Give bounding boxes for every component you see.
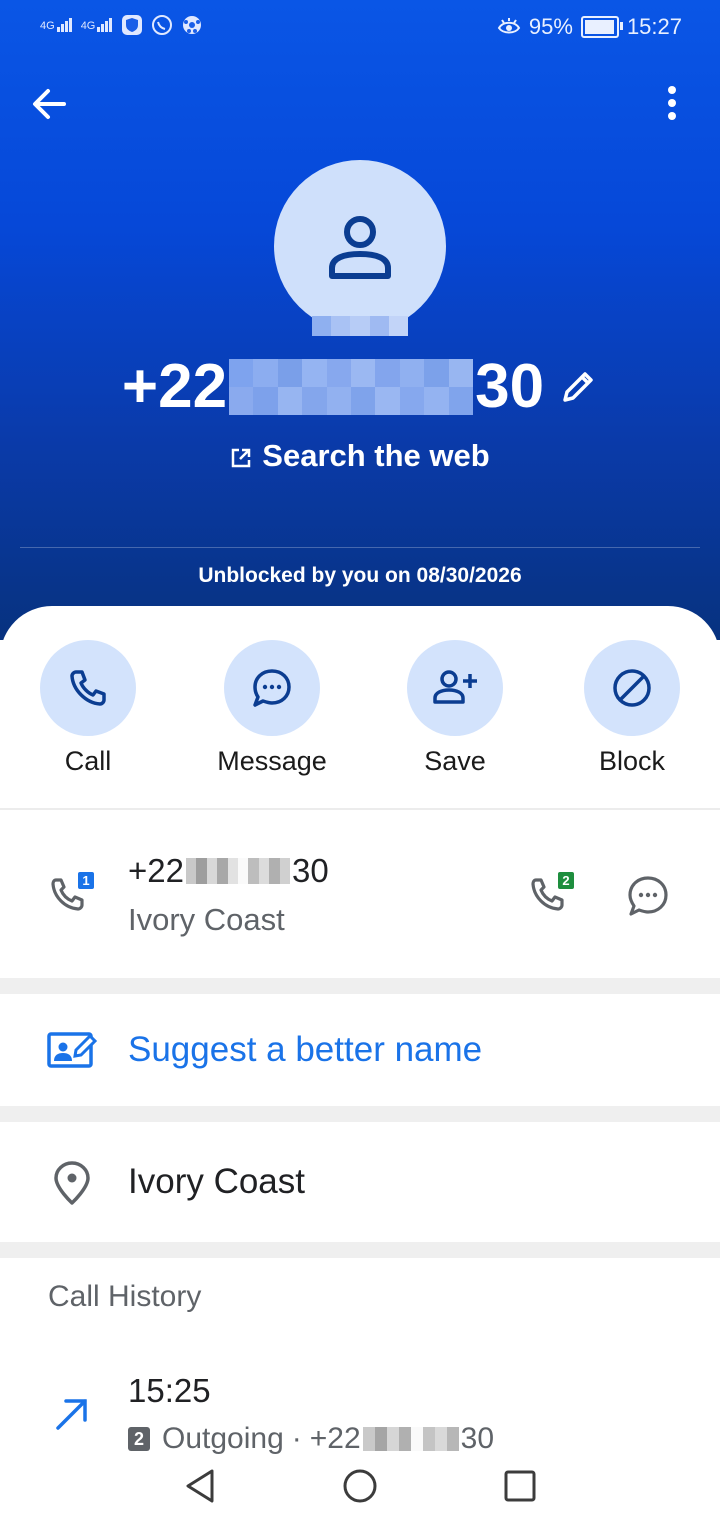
- block-icon: [613, 669, 651, 707]
- divider: [20, 547, 700, 548]
- section-divider: [0, 1242, 720, 1258]
- phone-number-row[interactable]: 1 +22 30 Ivory Coast 2: [0, 810, 720, 978]
- more-options-button[interactable]: [650, 82, 694, 126]
- save-button[interactable]: Save: [375, 640, 535, 777]
- search-web-label: Search the web: [262, 438, 490, 473]
- suggest-name-label: Suggest a better name: [128, 1030, 483, 1069]
- location-pin-icon: [54, 1161, 90, 1205]
- block-button[interactable]: Block: [552, 640, 712, 777]
- call-history-title: Call History: [48, 1280, 202, 1313]
- message-bubble-icon: [253, 669, 291, 707]
- section-divider: [0, 978, 720, 994]
- location-label: Ivory Coast: [128, 1162, 305, 1201]
- call-type: Outgoing: [162, 1422, 284, 1455]
- sim-badge: 2: [128, 1427, 150, 1451]
- location-row: Ivory Coast: [0, 1122, 720, 1242]
- separator-dot: ·: [291, 1422, 302, 1455]
- phone-number: +22 30: [128, 852, 329, 890]
- call-circle[interactable]: [40, 640, 136, 736]
- call-button[interactable]: Call: [8, 640, 168, 777]
- number-prefix: +22: [121, 352, 228, 421]
- number-suffix: 30: [475, 352, 545, 421]
- history-number-suffix: 30: [460, 1422, 495, 1455]
- phone-icon: [70, 670, 106, 706]
- phone-country: Ivory Coast: [128, 902, 285, 937]
- back-button[interactable]: [28, 82, 72, 126]
- redacted-digits: [185, 858, 291, 884]
- status-bar: 4G 4G 95% 15:27: [0, 0, 720, 56]
- save-label: Save: [424, 746, 486, 776]
- sim2-call-icon[interactable]: 2: [528, 870, 578, 920]
- add-person-icon: [433, 670, 477, 704]
- call-history-time: 15:25: [128, 1372, 211, 1409]
- phone-number-suffix: 30: [291, 852, 329, 889]
- whatsapp-icon: [152, 15, 173, 35]
- shield-icon: [122, 15, 143, 35]
- search-web-link[interactable]: Search the web: [0, 438, 720, 474]
- pencil-icon[interactable]: [558, 367, 598, 407]
- clock: 15:27: [626, 14, 682, 39]
- call-label: Call: [64, 746, 112, 776]
- battery-icon: [580, 16, 623, 38]
- block-label: Block: [598, 746, 666, 776]
- battery-percent: 95%: [528, 14, 573, 39]
- save-circle[interactable]: [407, 640, 503, 736]
- more-vertical-icon: [668, 86, 676, 120]
- redacted-digits: [362, 1427, 459, 1451]
- signal-strength-icon: 4G: [40, 18, 73, 32]
- external-link-icon: [232, 448, 251, 468]
- nav-back-icon[interactable]: [176, 1462, 224, 1510]
- call-history-detail: 2 Outgoing · +22 30: [128, 1422, 494, 1456]
- edit-contact-card-icon: [47, 1032, 98, 1068]
- block-circle[interactable]: [584, 640, 680, 736]
- unblocked-status: Unblocked by you on 08/30/2026: [198, 564, 522, 587]
- avatar: [274, 160, 446, 332]
- history-number-prefix: +22: [309, 1422, 361, 1455]
- message-circle[interactable]: [224, 640, 320, 736]
- arrow-left-icon: [33, 89, 66, 119]
- outgoing-arrow-icon: [56, 1399, 87, 1430]
- person-icon: [329, 216, 391, 279]
- signal-strength-icon: 4G: [81, 18, 114, 32]
- sim1-badge: 1: [82, 873, 89, 888]
- contact-number: +22 30: [0, 352, 720, 422]
- sim2-badge: 2: [562, 873, 569, 888]
- soccer-ball-icon: [183, 16, 202, 34]
- suggest-name-row[interactable]: Suggest a better name: [0, 994, 720, 1106]
- message-bubble-icon[interactable]: [626, 874, 670, 918]
- message-button[interactable]: Message: [192, 640, 352, 777]
- redacted-digits: [229, 359, 473, 415]
- nav-recents-icon[interactable]: [496, 1462, 544, 1510]
- redacted-name: [312, 316, 409, 336]
- sim1-call-icon[interactable]: 1: [48, 870, 98, 920]
- section-divider: [0, 1106, 720, 1122]
- message-label: Message: [217, 746, 327, 776]
- phone-number-prefix: +22: [128, 852, 184, 889]
- eye-comfort-icon: [497, 18, 521, 34]
- nav-home-icon[interactable]: [336, 1462, 384, 1510]
- contact-header: 4G 4G 95% 15:27 +22 30 Search the web Un…: [0, 0, 720, 640]
- system-nav-bar: [0, 1452, 720, 1520]
